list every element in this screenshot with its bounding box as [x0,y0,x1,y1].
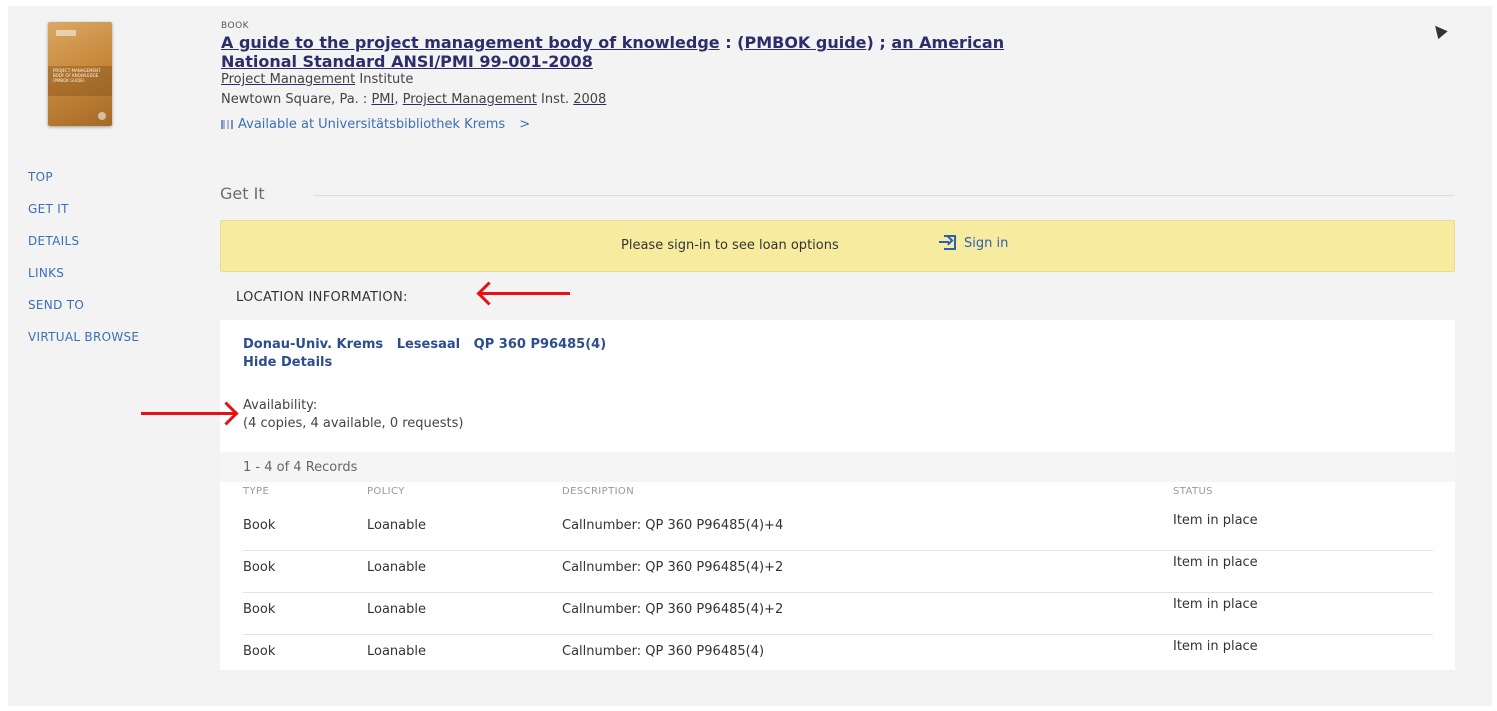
book-icon [221,120,233,129]
column-header-type: TYPE [243,486,270,497]
annotation-arrow-location [480,292,570,295]
item-description: Callnumber: QP 360 P96485(4)+4 [562,518,784,533]
item-policy: Loanable [367,518,427,533]
book-cover-thumbnail[interactable]: PROJECT MANAGEMENT BODY OF KNOWLEDGE (PM… [48,22,112,126]
item-status: Item in place [1173,597,1258,612]
item-status: Item in place [1173,555,1258,570]
item-policy: Loanable [367,644,427,659]
item-status: Item in place [1173,639,1258,654]
section-nav: TOP GET IT DETAILS LINKS SEND TO VIRTUAL… [28,161,139,353]
chevron-right-icon: > [519,117,531,132]
nav-item-send-to[interactable]: SEND TO [28,289,139,321]
record-type: BOOK [221,21,250,31]
availability-link[interactable]: Available at Universitätsbibliothek Krem… [221,117,530,132]
cover-seal [98,112,106,120]
item-description: Callnumber: QP 360 P96485(4)+2 [562,560,784,575]
title-link-pmbok[interactable]: PMBOK guide [744,33,866,52]
location-name[interactable]: Donau-Univ. Krems Lesesaal QP 360 P96485… [243,337,606,352]
nav-item-top[interactable]: TOP [28,161,139,193]
section-divider [313,195,1455,196]
annotation-arrow-availability [141,412,235,415]
nav-item-get-it[interactable]: GET IT [28,193,139,225]
table-row[interactable]: Book Loanable Callnumber: QP 360 P96485(… [220,593,1455,635]
column-header-description: DESCRIPTION [562,486,635,497]
publisher-link-pmi[interactable]: PMI [371,92,394,107]
item-status: Item in place [1173,513,1258,528]
table-row[interactable]: Book Loanable Callnumber: QP 360 P96485(… [220,635,1455,677]
nav-item-links[interactable]: LINKS [28,257,139,289]
sign-in-icon [939,234,957,252]
item-type: Book [243,518,276,533]
item-type: Book [243,560,276,575]
item-description: Callnumber: QP 360 P96485(4) [562,644,765,659]
item-policy: Loanable [367,560,427,575]
item-type: Book [243,602,276,617]
item-policy: Loanable [367,602,427,617]
signin-message: Please sign-in to see loan options [621,238,839,253]
records-bar: 1 - 4 of 4 Records [220,452,1455,482]
location-card: Donau-Univ. Krems Lesesaal QP 360 P96485… [220,320,1455,670]
table-row[interactable]: Book Loanable Callnumber: QP 360 P96485(… [220,509,1455,551]
availability-counts: (4 copies, 4 available, 0 requests) [243,416,464,431]
hide-details-link[interactable]: Hide Details [243,355,332,370]
signin-banner: Please sign-in to see loan options Sign … [220,220,1455,272]
item-type: Book [243,644,276,659]
table-row[interactable]: Book Loanable Callnumber: QP 360 P96485(… [220,551,1455,593]
author-link[interactable]: Project Management [221,72,355,87]
nav-item-details[interactable]: DETAILS [28,225,139,257]
record-author: Project Management Institute [221,72,414,87]
record-publication: Newtown Square, Pa. : PMI, Project Manag… [221,92,607,107]
item-description: Callnumber: QP 360 P96485(4)+2 [562,602,784,617]
section-title-get-it: Get It [220,184,265,203]
year-link[interactable]: 2008 [573,92,606,107]
pin-icon[interactable]: ▲ [1427,18,1449,40]
cover-logo [56,30,76,36]
record-title: A guide to the project management body o… [221,33,1005,71]
sign-in-button[interactable]: Sign in [939,234,1008,252]
cover-text: PROJECT MANAGEMENT BODY OF KNOWLEDGE (PM… [53,68,101,83]
publisher-link[interactable]: Project Management [403,92,537,107]
availability-label: Availability: [243,398,318,413]
page-background: PROJECT MANAGEMENT BODY OF KNOWLEDGE (PM… [8,6,1492,706]
column-header-status: STATUS [1173,486,1213,497]
records-count: 1 - 4 of 4 Records [243,460,358,475]
title-link[interactable]: A guide to the project management body o… [221,33,720,52]
location-information-label: LOCATION INFORMATION: [236,290,408,305]
column-header-policy: POLICY [367,486,405,497]
items-table-header: TYPE POLICY DESCRIPTION STATUS [220,486,1455,502]
nav-item-virtual-browse[interactable]: VIRTUAL BROWSE [28,321,139,353]
